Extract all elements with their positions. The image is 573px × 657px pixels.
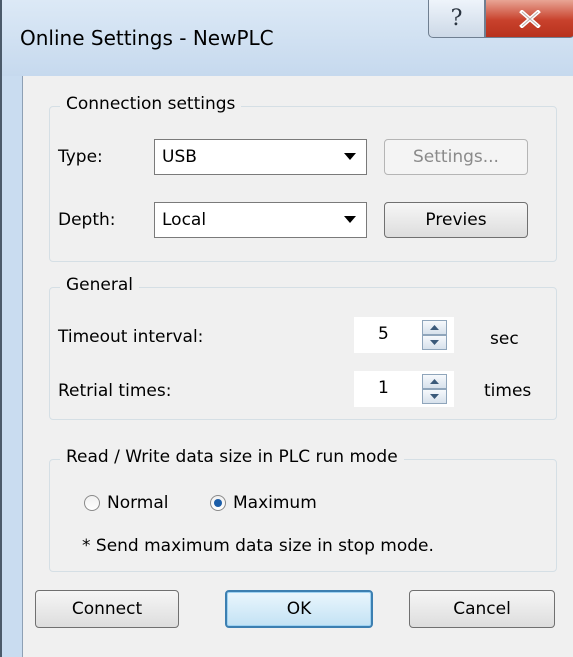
depth-label: Depth: [58,210,116,230]
timeout-interval-stepper[interactable]: 5 [354,317,454,353]
depth-select-value: Local [162,210,207,230]
arrow-up-icon [430,325,439,330]
close-icon [519,9,541,28]
dialog-client-area: Connection settings Type: USB Settings..… [22,76,573,657]
radio-button-selected-icon [210,495,226,511]
arrow-up-icon [430,379,439,384]
maximum-radio[interactable]: Maximum [210,493,317,513]
help-button[interactable]: ? [428,0,485,38]
type-select[interactable]: USB [154,139,367,175]
normal-radio[interactable]: Normal [84,493,169,513]
connect-button[interactable]: Connect [35,590,179,628]
general-legend: General [60,275,139,295]
increment-button[interactable] [422,374,447,389]
retrial-times-label: Retrial times: [58,381,172,401]
close-button[interactable] [485,0,573,38]
increment-button[interactable] [422,320,447,335]
retrial-times-stepper[interactable]: 1 [354,371,454,407]
timeout-unit-label: sec [490,329,519,349]
rw-data-size-group: Read / Write data size in PLC run mode N… [49,447,557,572]
timeout-interval-label: Timeout interval: [58,327,204,347]
connection-settings-legend: Connection settings [60,94,242,114]
preview-button[interactable]: Previes [384,202,528,238]
arrow-down-icon [430,340,439,345]
arrow-down-icon [430,394,439,399]
normal-radio-label: Normal [107,493,169,513]
general-group: General Timeout interval: 5 sec Retrial … [49,275,557,420]
help-icon: ? [450,6,463,31]
decrement-button[interactable] [422,389,447,404]
stop-mode-note: * Send maximum data size in stop mode. [82,536,434,556]
window-title: Online Settings - NewPLC [20,26,274,50]
depth-select[interactable]: Local [154,202,367,238]
chevron-down-icon [344,216,356,223]
connection-settings-group: Connection settings Type: USB Settings..… [49,94,557,262]
type-select-value: USB [162,147,197,167]
online-settings-dialog: Online Settings - NewPLC ? Connection se… [0,0,573,657]
settings-button[interactable]: Settings... [384,139,528,175]
retrial-times-value: 1 [378,378,389,398]
timeout-interval-value: 5 [378,324,389,344]
ok-button[interactable]: OK [225,590,373,628]
maximum-radio-label: Maximum [233,493,317,513]
chevron-down-icon [344,153,356,160]
retrial-unit-label: times [484,381,532,401]
rw-data-size-legend: Read / Write data size in PLC run mode [60,447,404,467]
radio-button-icon [84,495,100,511]
type-label: Type: [58,147,103,167]
decrement-button[interactable] [422,335,447,350]
title-bar[interactable]: Online Settings - NewPLC ? [2,0,573,76]
cancel-button[interactable]: Cancel [409,590,555,628]
